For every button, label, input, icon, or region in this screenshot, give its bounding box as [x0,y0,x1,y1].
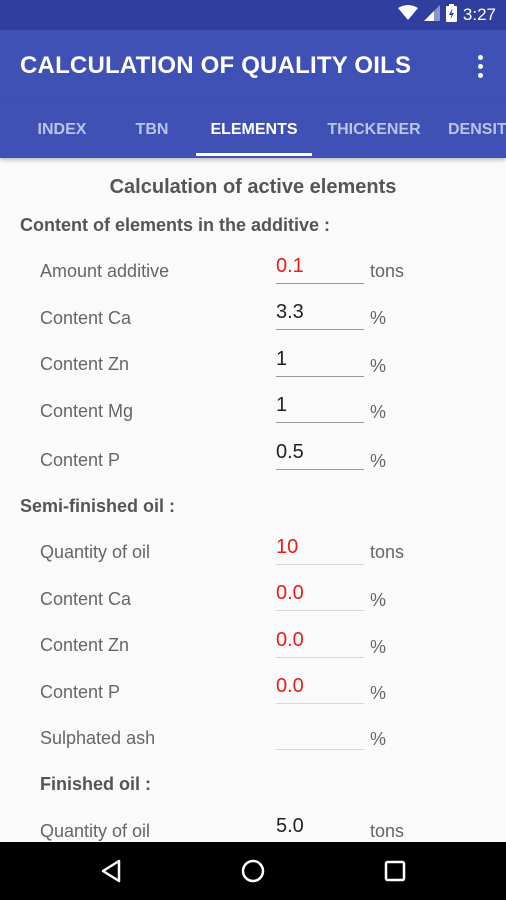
app-bar: CALCULATION OF QUALITY OILS [0,30,506,102]
sulphated-ash-label: Sulphated ash [40,728,156,748]
additive-zn-unit: % [370,356,387,376]
semi-zn-field[interactable]: 0.0 [276,627,364,658]
app-title: CALCULATION OF QUALITY OILS [20,52,412,79]
additive-ca-field[interactable]: 3.3 [276,299,364,330]
additive-zn-label: Content Zn [40,354,130,374]
finished-quantity-field[interactable]: 5.0 [276,813,364,842]
semi-p-field[interactable]: 0.0 [276,673,364,704]
semi-quantity-field[interactable]: 10 [276,534,364,565]
sulphated-ash-unit: % [370,729,387,749]
semi-zn-unit: % [370,637,387,657]
tab-elements[interactable]: ELEMENTS [196,102,312,158]
additive-p-unit: % [370,451,387,471]
status-bar: 3:27 [0,0,506,30]
semi-finished-section-title: Semi-finished oil : [20,496,176,516]
navigation-bar [0,842,506,900]
additive-mg-unit: % [370,402,387,422]
semi-ca-field[interactable]: 0.0 [276,580,364,611]
additive-mg-label: Content Mg [40,401,134,421]
elements-form[interactable]: Calculation of active elements Content o… [0,158,506,842]
amount-additive-field[interactable]: 0.1 [276,253,364,284]
more-vert-icon[interactable] [468,48,492,84]
battery-icon [445,3,457,27]
additive-p-label: Content P [40,450,121,470]
semi-quantity-unit: tons [370,542,405,562]
finished-quantity-label: Quantity of oil [40,821,151,841]
additive-mg-field[interactable]: 1 [276,392,364,423]
home-icon[interactable] [238,856,268,886]
finished-section-title: Finished oil : [40,774,151,794]
page-title: Calculation of active elements [109,176,397,198]
amount-additive-unit: tons [370,261,405,281]
semi-ca-label: Content Ca [40,589,132,609]
additive-section-title: Content of elements in the additive : [20,215,331,235]
semi-quantity-label: Quantity of oil [40,542,151,562]
tab-bar: T INDEX TBN ELEMENTS THICKENER DENSITY [0,102,506,158]
signal-icon [423,4,440,26]
additive-zn-field[interactable]: 1 [276,346,364,377]
tab-previous-partial[interactable]: T [0,102,2,158]
semi-ca-unit: % [370,590,387,610]
recents-icon[interactable] [380,856,410,886]
tab-tbn[interactable]: TBN [96,102,208,158]
wifi-icon [397,4,418,26]
semi-p-label: Content P [40,682,121,702]
amount-additive-label: Amount additive [40,261,170,281]
additive-ca-label: Content Ca [40,308,132,328]
semi-p-unit: % [370,683,387,703]
additive-p-field[interactable]: 0.5 [276,439,364,470]
tab-indicator [196,153,312,156]
status-time: 3:27 [462,5,496,24]
additive-ca-unit: % [370,308,387,328]
tab-density[interactable]: DENSITY [448,102,506,158]
status-icons: 3:27 [397,3,496,27]
tab-thickener[interactable]: THICKENER [316,102,432,158]
sulphated-ash-field[interactable] [276,719,364,750]
finished-quantity-unit: tons [370,821,405,841]
back-icon[interactable] [96,856,126,886]
semi-zn-label: Content Zn [40,635,130,655]
